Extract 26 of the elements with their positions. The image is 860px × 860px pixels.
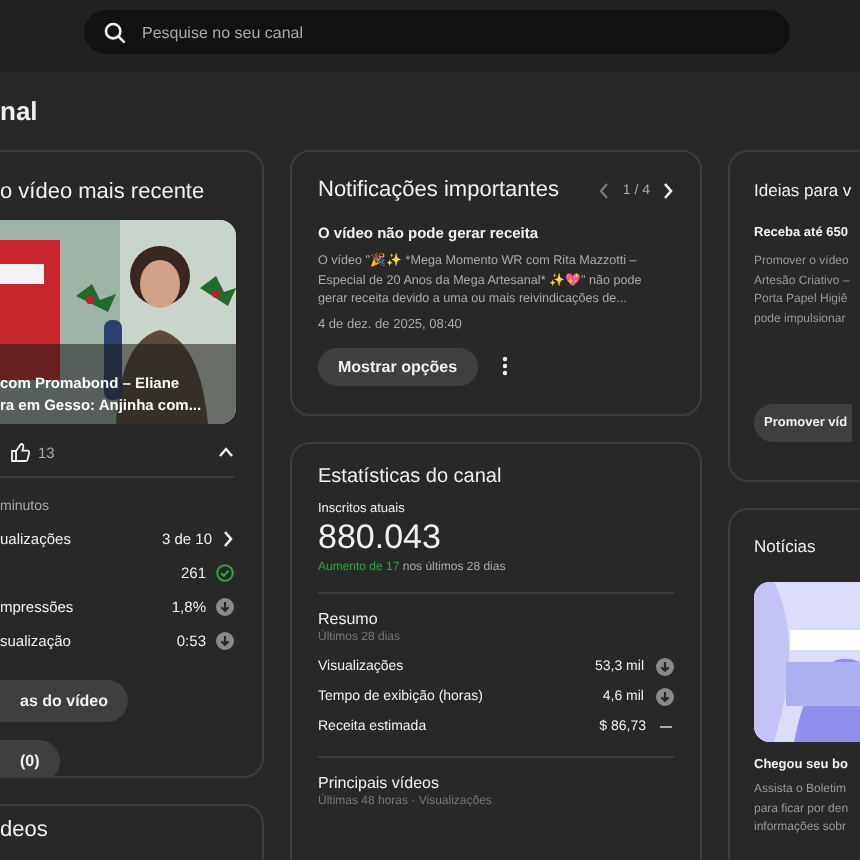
card-title: deos bbox=[0, 818, 50, 842]
down-arrow-icon bbox=[216, 632, 234, 650]
chevron-left-icon[interactable] bbox=[598, 181, 611, 199]
card-title: o vídeo mais recente bbox=[0, 180, 207, 204]
chevron-right-icon[interactable] bbox=[222, 530, 234, 548]
search-icon bbox=[104, 21, 126, 43]
check-circle-icon bbox=[216, 564, 234, 582]
down-arrow-icon bbox=[656, 688, 674, 706]
pill-button[interactable]: (0) bbox=[0, 740, 60, 776]
page-title: nal bbox=[0, 96, 38, 126]
card-title: Ideias para v bbox=[754, 180, 854, 200]
card-title: Notificações importantes bbox=[318, 178, 561, 202]
down-arrow-icon bbox=[216, 598, 234, 616]
section-title: Resumo bbox=[318, 610, 380, 628]
section-title: Principais vídeos bbox=[318, 774, 441, 792]
card-title: Estatísticas do canal bbox=[318, 466, 504, 488]
pill-button[interactable]: as do vídeo bbox=[0, 680, 129, 722]
options-button[interactable]: Mostrar opções bbox=[318, 347, 478, 385]
card-title: Notícias bbox=[754, 536, 818, 556]
thumbs-up-icon bbox=[10, 442, 30, 462]
chevron-right-icon[interactable] bbox=[662, 181, 674, 199]
subscriber-count: 880.043 bbox=[318, 518, 443, 558]
more-icon[interactable] bbox=[501, 356, 508, 376]
chevron-up-icon[interactable] bbox=[218, 446, 234, 458]
search-field[interactable]: Pesquise no seu canal bbox=[84, 10, 790, 54]
down-arrow-icon bbox=[656, 658, 674, 676]
